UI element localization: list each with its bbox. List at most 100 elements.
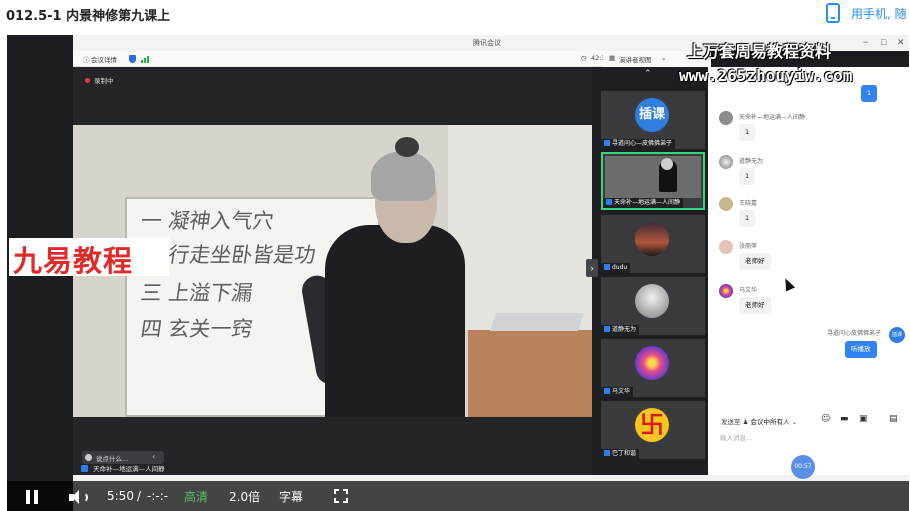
- send-to-row[interactable]: 发送至 ♟ 会议中所有人 ⌄: [721, 416, 797, 426]
- total-time: -:-:-: [147, 489, 169, 503]
- participant-name: 马文华: [612, 388, 631, 395]
- background-wall: [448, 125, 603, 330]
- fullscreen-icon[interactable]: [334, 489, 348, 503]
- pause-icon[interactable]: [26, 490, 38, 504]
- volume-icon[interactable]: [69, 489, 89, 505]
- user-icon: [81, 465, 88, 472]
- player-controls: 5:50 / -:-:- 高清 2.0倍 字幕: [7, 481, 909, 511]
- video-player[interactable]: 腾讯会议 − □ ✕ ⓘ 会议详情 ◷ 42:35 ▦ 演讲者视图 ⌄ 录制中: [7, 35, 909, 511]
- participant-name: 天命补—地运满—人间静: [614, 199, 681, 206]
- chat-message: 张丽萍 老师好: [719, 240, 899, 274]
- own-sender-name: 寻道问心皮佛佛弟子: [827, 330, 882, 337]
- chat-sender: 道静无为: [739, 158, 764, 165]
- site-watermark-tagline: 上万套周易教程资料: [687, 42, 832, 61]
- chat-sender: 马文华: [739, 287, 758, 294]
- own-avatar: 插课: [889, 327, 905, 343]
- user-icon: [604, 388, 610, 394]
- page-header: 012.5-1 内景神修第九课上 用手机, 随: [0, 0, 910, 28]
- send-to-label: 发送至: [721, 418, 741, 426]
- whiteboard-line-1: 一 凝神入气穴: [139, 209, 276, 233]
- page-root: 012.5-1 内景神修第九课上 用手机, 随 腾讯会议 − □ ✕ ⓘ 会议详…: [0, 0, 910, 511]
- chake-icon: 插课: [635, 98, 669, 132]
- chevron-up-icon[interactable]: ⌃: [644, 68, 652, 79]
- chat-sender: 张丽萍: [739, 243, 758, 250]
- recording-status: 录制中: [94, 77, 114, 85]
- chevron-down-icon[interactable]: ⌄: [644, 429, 652, 440]
- speed-button[interactable]: 2.0倍: [229, 488, 260, 505]
- speaker-name-bar: 天命补—地运满—人间静: [81, 463, 165, 473]
- teacher-body: [325, 225, 465, 417]
- chat-message: 王晓嘉 1: [719, 197, 899, 231]
- meeting-toolbar: ⓘ 会议详情 ◷ 42:35: [73, 51, 610, 67]
- quality-button[interactable]: 高清: [184, 488, 208, 505]
- user-icon: [604, 326, 610, 332]
- participant-tile[interactable]: 插课 寻道问心—皮佛佛弟子: [601, 91, 705, 149]
- mobile-link-label: 用手机, 随: [851, 6, 907, 21]
- swastika-avatar: 卐: [635, 408, 669, 442]
- site-watermark: 上万套周易教程资料 www.265zhouyiw.com: [679, 38, 909, 90]
- fog-avatar: [635, 284, 669, 318]
- participant-strip: ⌃ 插课 寻道问心—皮佛佛弟子 天命补—地运满—人间静 dudu 道静无为 马文…: [592, 67, 708, 475]
- user-icon: [604, 264, 610, 270]
- chat-text: 1: [739, 210, 756, 227]
- avatar: [719, 155, 733, 169]
- own-chat-message: 寻道问心皮佛佛弟子 插课 听播放: [787, 327, 907, 367]
- chevron-left-icon[interactable]: ‹: [152, 452, 155, 461]
- user-icon: [606, 199, 612, 205]
- chat-settings-icon[interactable]: ▤: [889, 414, 898, 424]
- chevron-down-icon: ⌄: [791, 418, 798, 426]
- chat-message: 马文华 老师好: [719, 284, 899, 318]
- meeting-app-title: 腾讯会议: [473, 39, 501, 47]
- own-chat-text: 听播放: [845, 341, 877, 358]
- avatar: [719, 111, 733, 125]
- participant-tile[interactable]: 道静无为: [601, 277, 705, 335]
- meeting-details-button[interactable]: 会议详情: [91, 54, 117, 64]
- phone-icon: [826, 3, 840, 23]
- image-icon[interactable]: ▣: [859, 414, 868, 424]
- teacher-hair: [371, 151, 435, 201]
- whiteboard-line-4: 四 玄关一窍: [139, 317, 255, 341]
- grid-icon: ▦: [609, 54, 616, 62]
- participant-name: dudu: [612, 264, 628, 271]
- laptop: [489, 313, 585, 331]
- record-dot-icon: [85, 78, 90, 83]
- mobile-watch-link[interactable]: 用手机, 随: [826, 1, 907, 25]
- chat-sender: 天命补—地运满—人间静: [739, 114, 806, 121]
- send-to-target[interactable]: 会议中所有人: [750, 418, 789, 426]
- participant-tile-active[interactable]: 天命补—地运满—人间静: [601, 152, 705, 210]
- course-title: 012.5-1 内景神修第九课上: [6, 9, 171, 24]
- avatar: [719, 284, 733, 298]
- participant-tile[interactable]: 马文华: [601, 339, 705, 397]
- time-separator: /: [137, 489, 142, 503]
- signal-icon: [141, 56, 149, 63]
- participant-name: 巴丁和谐: [612, 450, 637, 457]
- layout-view-button[interactable]: 演讲者视图: [619, 54, 652, 64]
- flower-avatar: [635, 346, 669, 380]
- participant-tile[interactable]: 卐 巴丁和谐: [601, 401, 705, 459]
- chat-text: 1: [739, 124, 756, 141]
- chat-message: 道静无为 1: [719, 155, 899, 189]
- folder-icon[interactable]: ▬: [840, 414, 849, 424]
- avatar: [719, 197, 733, 211]
- current-time: 5:50: [107, 489, 134, 503]
- user-icon: [604, 140, 610, 146]
- teacher-hair-bun: [395, 137, 419, 157]
- participant-name: 寻道问心—皮佛佛弟子: [612, 140, 673, 147]
- participant-name: 道静无为: [612, 326, 637, 333]
- desk: [468, 330, 603, 417]
- chevron-right-icon[interactable]: ›: [586, 259, 598, 277]
- subtitles-button[interactable]: 字幕: [279, 488, 303, 505]
- chat-bubble-icon: [85, 454, 92, 461]
- chat-message: 天命补—地运满—人间静 1: [719, 111, 899, 145]
- speaker-name: 天命补—地运满—人间静: [93, 465, 165, 473]
- info-icon[interactable]: ⓘ: [83, 54, 90, 64]
- chat-text: 老师好: [739, 297, 771, 314]
- chat-text: 老师好: [739, 253, 771, 270]
- brand-watermark-text: 九易教程: [13, 244, 134, 278]
- user-icon: [604, 450, 610, 456]
- avatar: [719, 240, 733, 254]
- shield-icon[interactable]: [129, 55, 136, 63]
- emoji-icon[interactable]: ☺: [821, 414, 830, 424]
- participant-tile[interactable]: dudu: [601, 215, 705, 273]
- chevron-down-icon: ⌄: [661, 54, 667, 62]
